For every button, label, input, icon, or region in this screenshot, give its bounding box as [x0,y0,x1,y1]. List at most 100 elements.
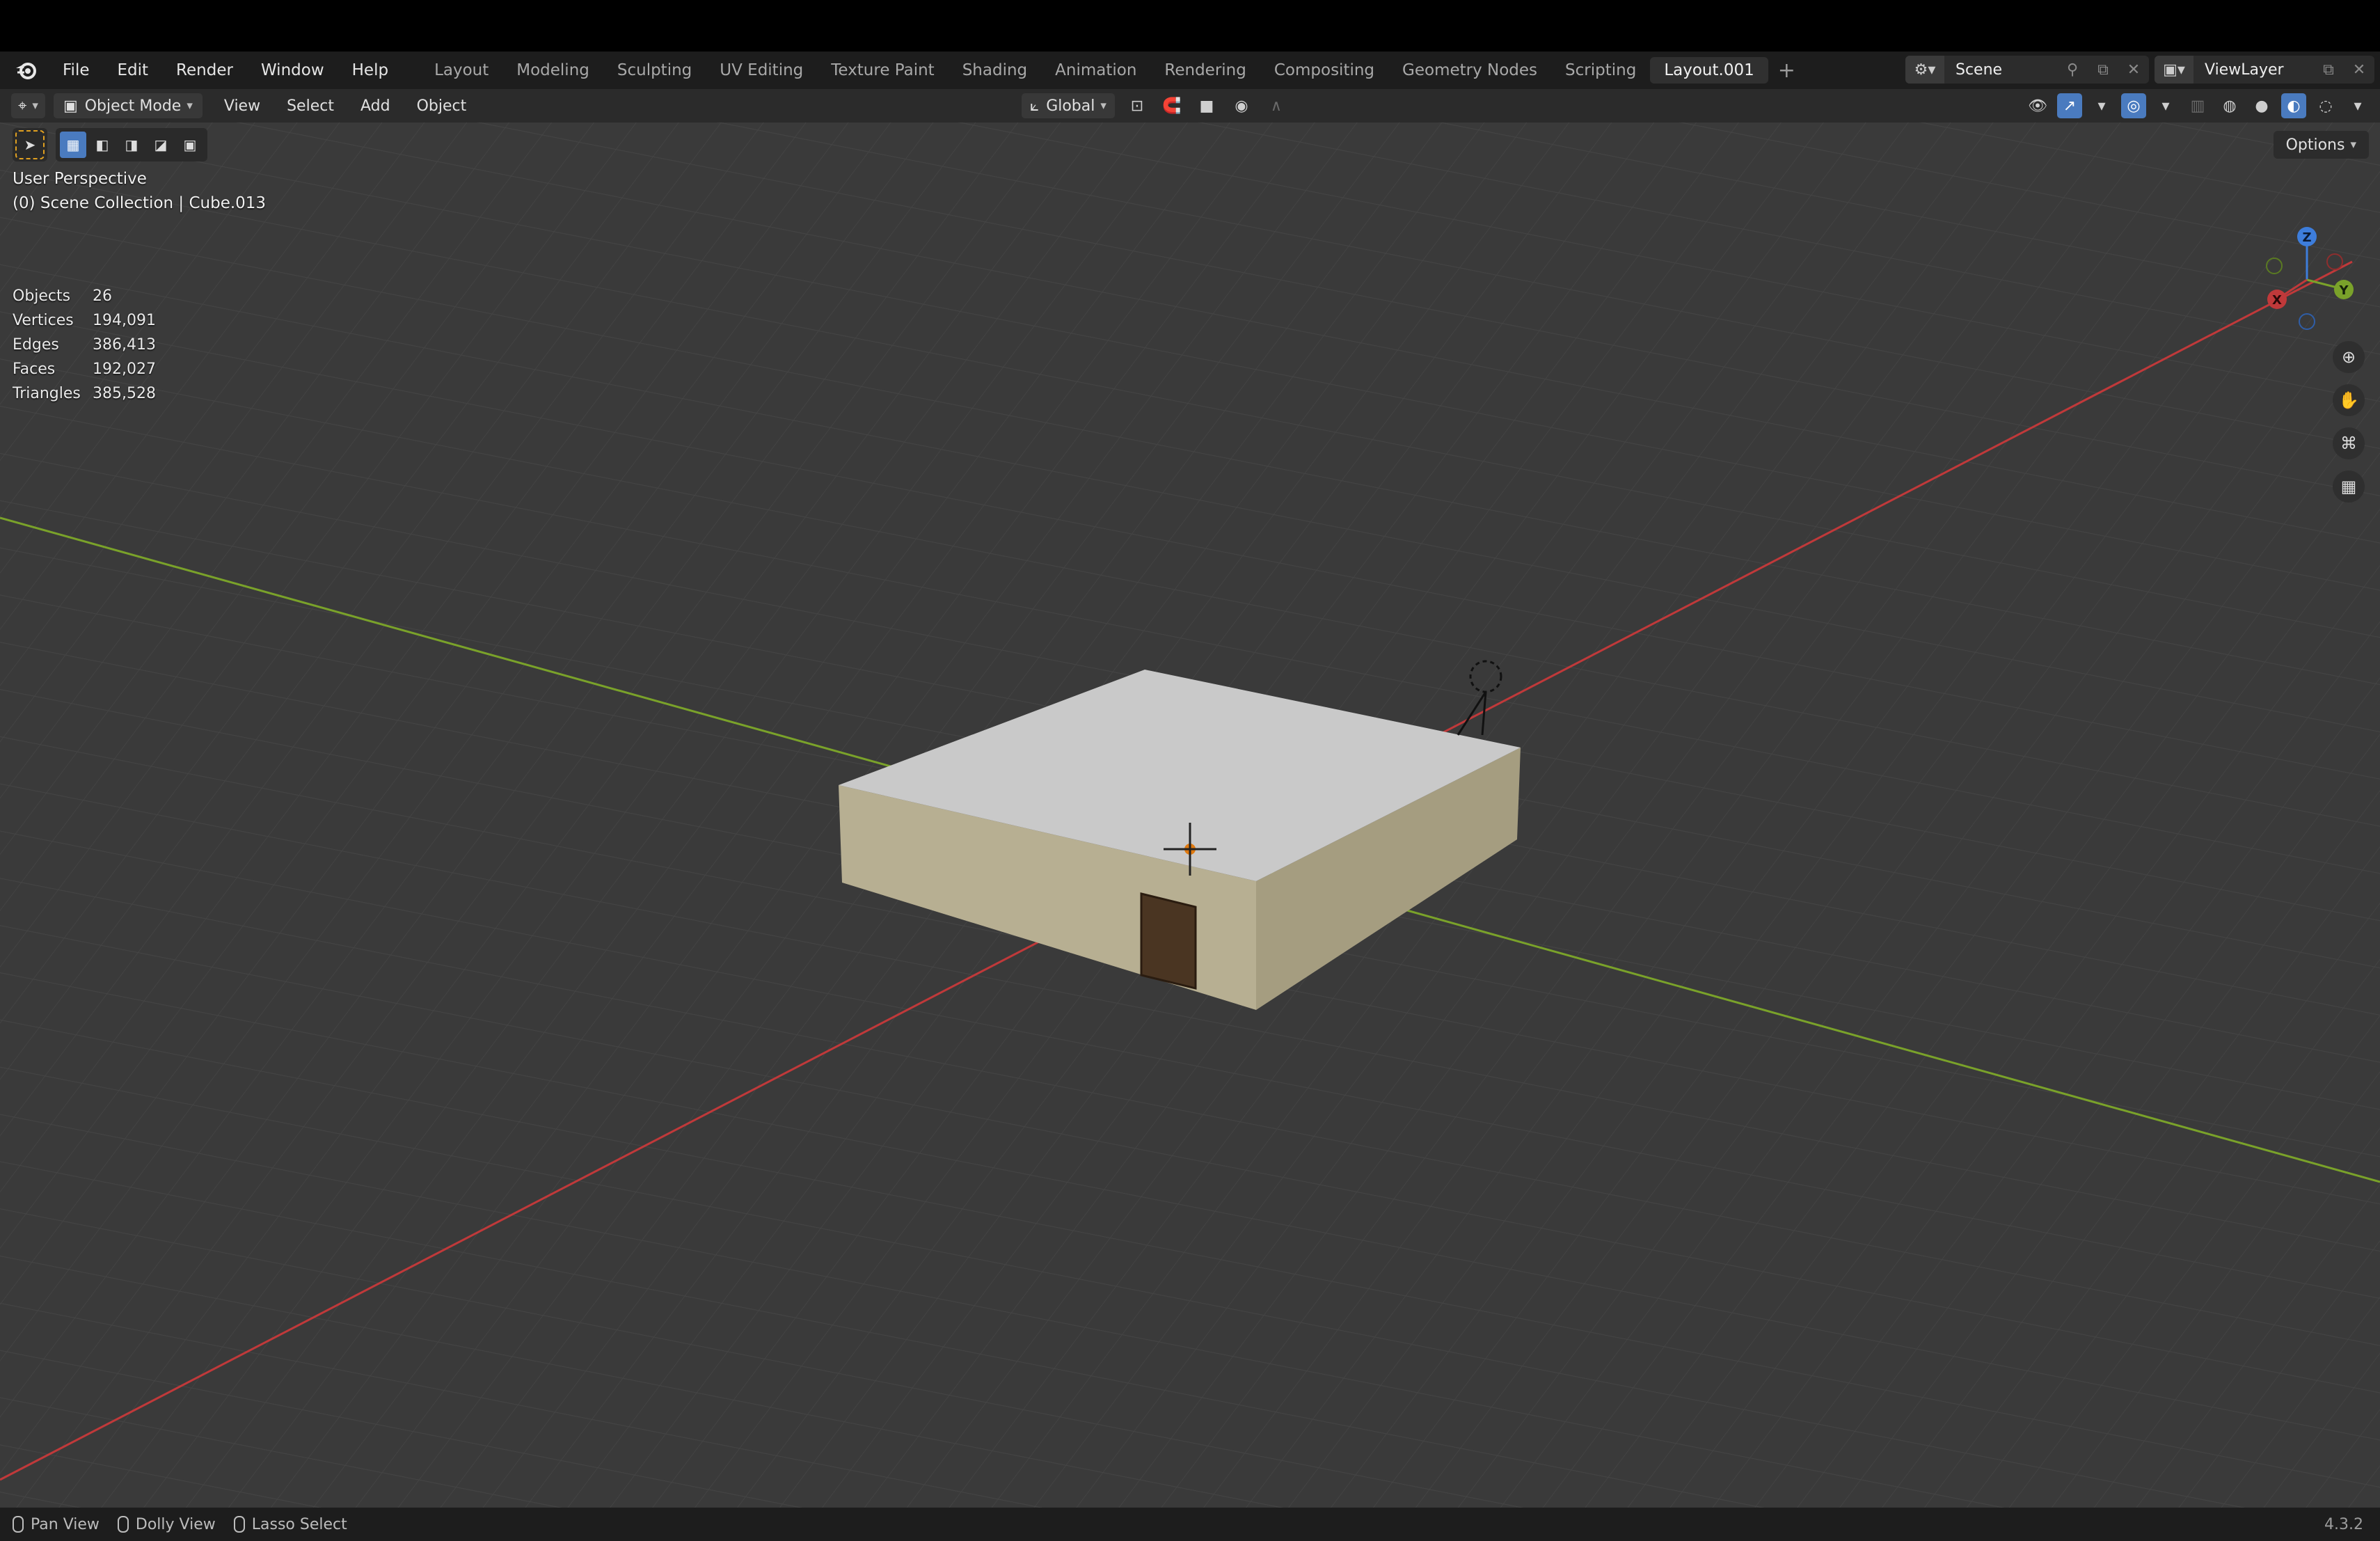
menu-edit[interactable]: Edit [104,61,163,79]
neg-y-handle[interactable] [2266,258,2283,274]
status-label: Pan View [31,1515,100,1533]
status-label: Dolly View [135,1515,216,1533]
mouse-middle-icon [117,1516,129,1533]
menu-window[interactable]: Window [247,61,338,79]
blender-logo-icon[interactable] [13,56,40,84]
menu-help[interactable]: Help [338,61,402,79]
visibility-icon[interactable]: 👁 [2025,93,2050,118]
pivot-point-icon[interactable]: ⊡ [1125,93,1150,118]
gizmo-dropdown-icon[interactable]: ▾ [2089,93,2114,118]
version-label: 4.3.2 [2324,1515,2363,1533]
stat-label: Vertices [13,312,74,329]
tool-settings: ➤ ▦ ◧ ◨ ◪ ▣ [13,128,207,161]
viewport-info: User Perspective (0) Scene Collection | … [13,167,266,216]
subtract-selection-icon[interactable]: ◨ [118,132,145,158]
menu-view[interactable]: View [211,97,273,115]
snap-target-icon[interactable]: ■ [1194,93,1219,118]
tab-layout[interactable]: Layout [420,57,502,84]
stat-label: Triangles [13,385,81,402]
scene-selector[interactable]: ⚙▾ Scene ⚲ ⧉ ✕ [1905,56,2149,84]
delete-view-layer-icon[interactable]: ✕ [2344,56,2374,84]
stat-value: 385,528 [93,385,156,402]
tab-modeling[interactable]: Modeling [502,57,603,84]
tab-layout-001[interactable]: Layout.001 [1650,57,1768,84]
overlays-dropdown-icon[interactable]: ▾ [2153,93,2178,118]
intersect-selection-icon[interactable]: ▣ [177,132,203,158]
object-mode-icon: ▣ [63,97,78,115]
proportional-edit-icon[interactable]: ◉ [1229,93,1254,118]
tab-rendering[interactable]: Rendering [1150,57,1260,84]
stat-value: 26 [93,287,112,305]
status-pan-view: Pan View [13,1516,100,1533]
tab-geometry-nodes[interactable]: Geometry Nodes [1388,57,1551,84]
material-preview-shading-icon[interactable]: ◐ [2281,93,2306,118]
neg-x-handle[interactable] [2326,253,2343,270]
viewport-header: ⌖ ▾ ▣ Object Mode ▾ View Select Add Object… [0,89,2380,123]
collection-label: (0) Scene Collection | Cube.013 [13,194,267,212]
new-selection-icon[interactable]: ▦ [60,132,86,158]
scene-selectors: ⚙▾ Scene ⚲ ⧉ ✕ ▣▾ ViewLayer ⧉ ✕ [1905,56,2380,84]
tab-shading[interactable]: Shading [949,57,1041,84]
view-layer-icon[interactable]: ▣▾ [2155,56,2193,84]
stat-value: 386,413 [93,336,156,354]
perspective-toggle-icon[interactable]: ▦ [2333,471,2365,503]
gizmo-toggle-icon[interactable]: ↗ [2057,93,2082,118]
neg-z-handle[interactable] [2299,313,2315,330]
status-label: Lasso Select [251,1515,347,1533]
overlays-toggle-icon[interactable]: ◎ [2121,93,2146,118]
3d-viewport[interactable]: ➤ ▦ ◧ ◨ ◪ ▣ Options ▾ User Perspective (0… [0,123,2380,1508]
view-layer-selector[interactable]: ▣▾ ViewLayer ⧉ ✕ [2155,56,2374,84]
menu-select[interactable]: Select [273,97,347,115]
editor-type-button[interactable]: ⌖ ▾ [11,93,45,118]
rendered-shading-icon[interactable]: ◌ [2313,93,2338,118]
stat-label: Faces [13,361,56,378]
view-layer-name-field[interactable]: ViewLayer [2193,56,2313,84]
mode-label: Object Mode [84,97,182,115]
shading-dropdown-icon[interactable]: ▾ [2345,93,2370,118]
new-scene-icon[interactable]: ⧉ [2088,56,2118,84]
scene-icon[interactable]: ⚙▾ [1905,56,1944,84]
menu-object[interactable]: Object [404,97,480,115]
navigation-gizmo[interactable]: Z Y X [2255,224,2359,335]
status-dolly-view: Dolly View [117,1515,216,1533]
wireframe-shading-icon[interactable]: ◍ [2217,93,2242,118]
stat-row: Objects 26 [13,284,156,308]
select-box-tool-icon[interactable]: ➤ [15,130,45,159]
tab-animation[interactable]: Animation [1041,57,1150,84]
tab-sculpting[interactable]: Sculpting [603,57,706,84]
transform-orientation-dropdown[interactable]: ⟀ Global ▾ [1022,93,1115,118]
extend-selection-icon[interactable]: ◧ [89,132,116,158]
orientation-icon: ⟀ [1030,97,1040,115]
camera-view-icon[interactable]: ⌘ [2333,427,2365,459]
tab-scripting[interactable]: Scripting [1551,57,1650,84]
building-door [1140,892,1197,990]
new-view-layer-icon[interactable]: ⧉ [2313,56,2344,84]
xray-toggle-icon[interactable]: ▥ [2185,93,2210,118]
menu-file[interactable]: File [49,61,104,79]
solid-shading-icon[interactable]: ● [2249,93,2274,118]
invert-selection-icon[interactable]: ◪ [148,132,174,158]
stat-row: Triangles 385,528 [13,381,156,406]
scene-name-field[interactable]: Scene [1944,56,2057,84]
viewport-display-controls: 👁 ↗ ▾ ◎ ▾ ▥ ◍ ● ◐ ◌ ▾ [2025,93,2370,118]
tab-texture-paint[interactable]: Texture Paint [817,57,948,84]
zoom-icon[interactable]: ⊕ [2333,341,2365,373]
mode-dropdown[interactable]: ▣ Object Mode ▾ [53,93,203,118]
options-dropdown[interactable]: Options ▾ [2273,131,2369,159]
stat-row: Edges 386,413 [13,333,156,357]
menu-render[interactable]: Render [162,61,247,79]
orientation-label: Global [1046,97,1095,115]
add-workspace-icon[interactable]: + [1768,58,1805,83]
status-lasso-select: Lasso Select [233,1515,347,1533]
delete-scene-icon[interactable]: ✕ [2118,56,2149,84]
y-axis-label: Y [2338,283,2349,298]
workspace-tabs: Layout Modeling Sculpting UV Editing Tex… [420,52,1805,89]
menu-add[interactable]: Add [347,97,404,115]
pin-icon[interactable]: ⚲ [2057,56,2088,84]
tab-compositing[interactable]: Compositing [1260,57,1388,84]
falloff-icon[interactable]: ∧ [1264,93,1289,118]
tab-uv-editing[interactable]: UV Editing [706,57,817,84]
options-label: Options [2285,136,2345,154]
snap-icon[interactable]: 🧲 [1159,93,1184,118]
pan-hand-icon[interactable]: ✋ [2333,384,2365,416]
